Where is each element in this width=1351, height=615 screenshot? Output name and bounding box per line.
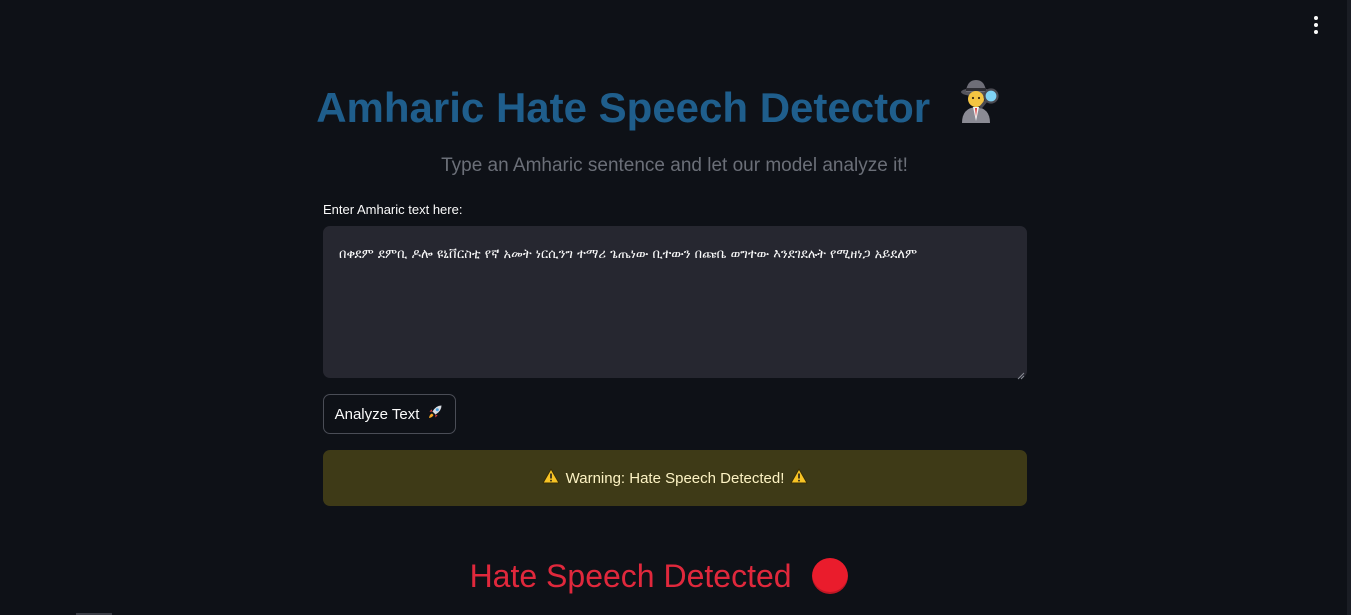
- page-title-text: Amharic Hate Speech Detector: [316, 84, 931, 131]
- warning-icon: [542, 468, 560, 488]
- red-circle-icon: [812, 557, 849, 594]
- rocket-icon: [426, 403, 444, 425]
- amharic-text-value: በቀደም ደምቢ ዶሎ ዩኒቨርስቲ የኛ አመት ነርሲንግ ተማሪ ጌጤነው…: [339, 247, 918, 262]
- app-root: Amharic Hate Speech Detector Type an Amh…: [0, 0, 1351, 615]
- menu-dot: [1314, 16, 1318, 20]
- menu-dot: [1314, 30, 1318, 34]
- resize-handle-icon[interactable]: [1017, 368, 1025, 380]
- analyze-button-label: Analyze Text: [334, 405, 420, 423]
- result-heading: Hate Speech Detected: [0, 554, 1318, 598]
- scrollbar[interactable]: [1347, 0, 1351, 615]
- detective-emoji-icon: [954, 77, 1002, 139]
- analyze-text-button[interactable]: Analyze Text: [323, 394, 456, 434]
- warning-alert: Warning: Hate Speech Detected!: [323, 450, 1027, 506]
- page-subtitle: Type an Amharic sentence and let our mod…: [441, 155, 908, 176]
- text-input-label: Enter Amharic text here:: [323, 202, 463, 217]
- warning-text: Warning: Hate Speech Detected!: [565, 469, 785, 487]
- result-text: Hate Speech Detected: [469, 558, 792, 594]
- page-title: Amharic Hate Speech Detector: [0, 77, 1318, 139]
- kebab-menu-icon[interactable]: [1307, 12, 1325, 38]
- menu-dot: [1314, 23, 1318, 27]
- warning-icon: [790, 468, 808, 488]
- amharic-text-input[interactable]: በቀደም ደምቢ ዶሎ ዩኒቨርስቲ የኛ አመት ነርሲንግ ተማሪ ጌጤነው…: [323, 226, 1027, 380]
